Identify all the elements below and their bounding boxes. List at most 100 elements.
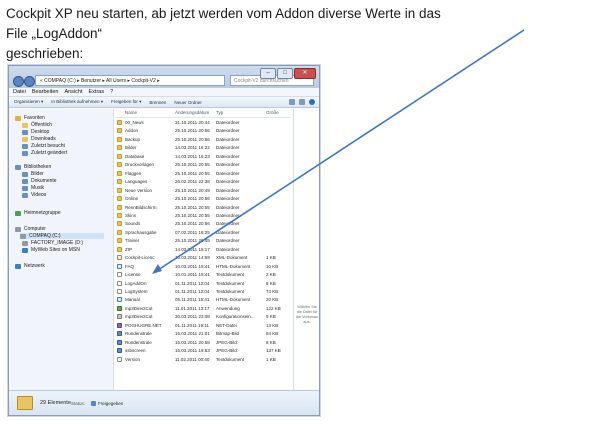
file-row[interactable]: License 10.01.2011 15:41 Textdokument 2 KB	[115, 271, 291, 279]
file-row[interactable]: Rundenstrale 15.03.2011 21:01 Bitmap-Bild 8…	[115, 330, 291, 338]
file-name: mp3DirectCut	[125, 305, 153, 311]
file-row[interactable]: Sprachausgabe 07.02.2011 18:25 Dateiordner	[115, 229, 291, 237]
file-type: Dateiordner	[216, 196, 240, 202]
file-row[interactable]: Bilder 14.03.2011 16:22 Dateiordner	[115, 144, 291, 152]
nav-computer[interactable]: Computer	[15, 226, 46, 232]
file-row[interactable]: Skins 25.10.2011 20:55 Dateiordner	[115, 212, 291, 220]
nav-favorites[interactable]: Favoriten	[15, 115, 45, 121]
nav-item-music[interactable]: Musik	[22, 185, 44, 191]
preview-pane-icon[interactable]	[299, 99, 305, 105]
file-row[interactable]: Cockpit-Licenc 10.03.2011 14:59 XML-Dokume…	[115, 254, 291, 262]
file-type: Dateiordner	[216, 204, 240, 210]
menu-help[interactable]: ?	[110, 88, 113, 96]
close-button[interactable]: ✕	[294, 68, 316, 79]
file-row[interactable]: Trainer 25.10.2011 20:49 Dateiordner	[115, 237, 291, 245]
burn-button[interactable]: Brennen	[149, 100, 166, 105]
nav-item-videos[interactable]: Videos	[22, 192, 46, 198]
navigation-pane: Favoriten Öffentlich Desktop Downloads Z…	[9, 109, 114, 390]
file-row[interactable]: LogAddOn 01.11.2011 12:04 Textdokument 8 KB	[115, 280, 291, 288]
column-date[interactable]: Änderungsdatum	[175, 110, 209, 115]
pictures-icon	[22, 171, 28, 177]
file-date: 25.10.2011 20:55	[175, 212, 210, 218]
file-row[interactable]: Backup 25.10.2011 20:56 Dateiordner	[115, 136, 291, 144]
file-row[interactable]: Online 25.10.2011 20:56 Dateiordner	[115, 195, 291, 203]
minimize-button[interactable]: –	[260, 68, 276, 79]
file-name: Rundenstrale	[125, 339, 152, 345]
nav-network[interactable]: Netzwerk	[15, 263, 45, 269]
file-type: JPEG-Bild	[216, 348, 237, 354]
view-controls	[289, 99, 315, 105]
file-row[interactable]: Version 11.02.2011 00:40 Textdokument 1 KB	[115, 356, 291, 364]
file-row[interactable]: LogSystem 01.11.2011 12:04 Textdokument 73 …	[115, 288, 291, 296]
new-folder-button[interactable]: Neuer Ordner	[174, 100, 202, 105]
file-date: 01.11.2011 12:04	[175, 280, 210, 286]
documents-icon	[22, 178, 28, 184]
nav-item-recently-changed[interactable]: Zuletzt geändert	[22, 150, 67, 156]
menu-extras[interactable]: Extras	[89, 88, 105, 96]
view-options-icon[interactable]	[289, 99, 295, 105]
nav-item-recent[interactable]: Zuletzt besucht	[22, 143, 65, 149]
forward-icon[interactable]	[24, 76, 35, 87]
file-row[interactable]: Addon 25.10.2011 20:56 Dateiordner	[115, 127, 291, 135]
file-row[interactable]: RennBildschirm 25.10.2011 20:55 Dateiordne…	[115, 204, 291, 212]
nav-libraries[interactable]: Bibliotheken	[15, 164, 51, 170]
organize-button[interactable]: Organisieren ▾	[14, 99, 43, 105]
file-date: 25.10.2011 20:56	[175, 196, 210, 202]
file-row[interactable]: mp3DirectCut 30.03.2011 23:08 Konfiguratio…	[115, 313, 291, 321]
nav-item-documents[interactable]: Dokumente	[22, 178, 57, 184]
file-type: HTML-Dokument	[216, 263, 251, 269]
back-icon[interactable]	[13, 76, 24, 87]
file-row[interactable]: Flaggen 25.10.2011 20:55 Dateiordner	[115, 170, 291, 178]
file-row[interactable]: ZIP 14.03.2011 16:17 Dateiordner	[115, 246, 291, 254]
share-with-button[interactable]: Freigeben für ▾	[111, 99, 141, 105]
column-type[interactable]: Typ	[216, 110, 223, 115]
nav-item-desktop[interactable]: Desktop	[22, 129, 49, 135]
file-row[interactable]: Manual 05.11.2011 15:41 HTML-Dokument 20 KB	[115, 296, 291, 304]
file-type: Dateiordner	[216, 238, 240, 244]
menu-ansicht[interactable]: Ansicht	[64, 88, 82, 96]
file-row[interactable]: POGHUGRE.NET 01.11.2011 19:11 NET-Datei 13 …	[115, 322, 291, 330]
file-row[interactable]: Sounds 25.10.2011 20:56 Dateiordner	[115, 220, 291, 228]
nav-item-msn-sites[interactable]: MyWeb Sites on MSN	[22, 247, 80, 253]
include-in-library-button[interactable]: In Bibliothek aufnehmen ▾	[51, 99, 103, 105]
nav-item-drive-c[interactable]: COMPAQ (C:)	[20, 233, 104, 239]
file-row[interactable]: ssbscreen 15.03.2011 19:53 JPEG-Bild 137 KB	[115, 347, 291, 355]
file-row[interactable]: Rundenstrale 15.03.2011 20:58 JPEG-Bild 8 K…	[115, 339, 291, 347]
file-type: NET-Datei	[216, 322, 237, 328]
help-icon[interactable]	[309, 99, 315, 105]
menu-datei[interactable]: Datei	[13, 88, 26, 96]
folder-icon	[117, 229, 122, 235]
address-bar[interactable]: « COMPAQ (C:) ▸ Benutzer ▸ All Users ▸ C…	[35, 75, 225, 86]
menu-bearbeiten[interactable]: Bearbeiten	[32, 88, 59, 96]
shared-status: Freigegeben	[91, 401, 123, 406]
file-row[interactable]: Neue Version 25.10.2011 20:49 Dateiordner	[115, 187, 291, 195]
nav-item-drive-d[interactable]: FACTORY_IMAGE (D:)	[22, 240, 83, 246]
file-row[interactable]: FAQ 10.03.2011 15:41 HTML-Dokument 10 KB	[115, 263, 291, 271]
nav-item-pictures[interactable]: Bilder	[22, 171, 44, 177]
maximize-button[interactable]: □	[277, 68, 293, 79]
file-type: JPEG-Bild	[216, 339, 237, 345]
file-row[interactable]: Languages 26.02.2011 22:38 Dateiordner	[115, 178, 291, 186]
file-date: 31.10.2011 20:44	[175, 120, 210, 125]
nav-item-downloads[interactable]: Downloads	[22, 136, 56, 142]
folder-icon	[22, 122, 28, 128]
share-icon	[91, 401, 96, 406]
file-date: 25.10.2011 20:49	[175, 187, 210, 193]
file-type: HTML-Dokument	[216, 297, 251, 303]
file-row[interactable]: mp3DirectCut 11.01.2011 13:17 Anwendung 122…	[115, 305, 291, 313]
file-name: Neue Version	[125, 187, 153, 193]
nav-item-public[interactable]: Öffentlich	[22, 122, 52, 128]
file-row[interactable]: Druckvorlagen 25.10.2011 20:55 Dateiordner	[115, 161, 291, 169]
column-name[interactable]: Name	[125, 110, 137, 115]
nav-label: Dokumente	[31, 178, 57, 184]
file-row[interactable]: 00_News 31.10.2011 20:44 Dateiordner	[115, 119, 291, 127]
file-date: 25.10.2011 20:56	[175, 128, 210, 134]
file-row[interactable]: Database 14.03.2011 16:23 Dateiordner	[115, 153, 291, 161]
file-name: RennBildschirm	[125, 204, 157, 210]
nav-homegroup[interactable]: Heimnetzgruppe	[15, 210, 61, 216]
file-size: 73 KB	[266, 289, 279, 294]
folder-icon	[117, 145, 122, 151]
file-date: 25.10.2011 20:56	[175, 136, 210, 142]
column-size[interactable]: Größe	[266, 110, 279, 115]
caption-line-1: Cockpit XP neu starten, ab jetzt werden …	[6, 6, 441, 41]
